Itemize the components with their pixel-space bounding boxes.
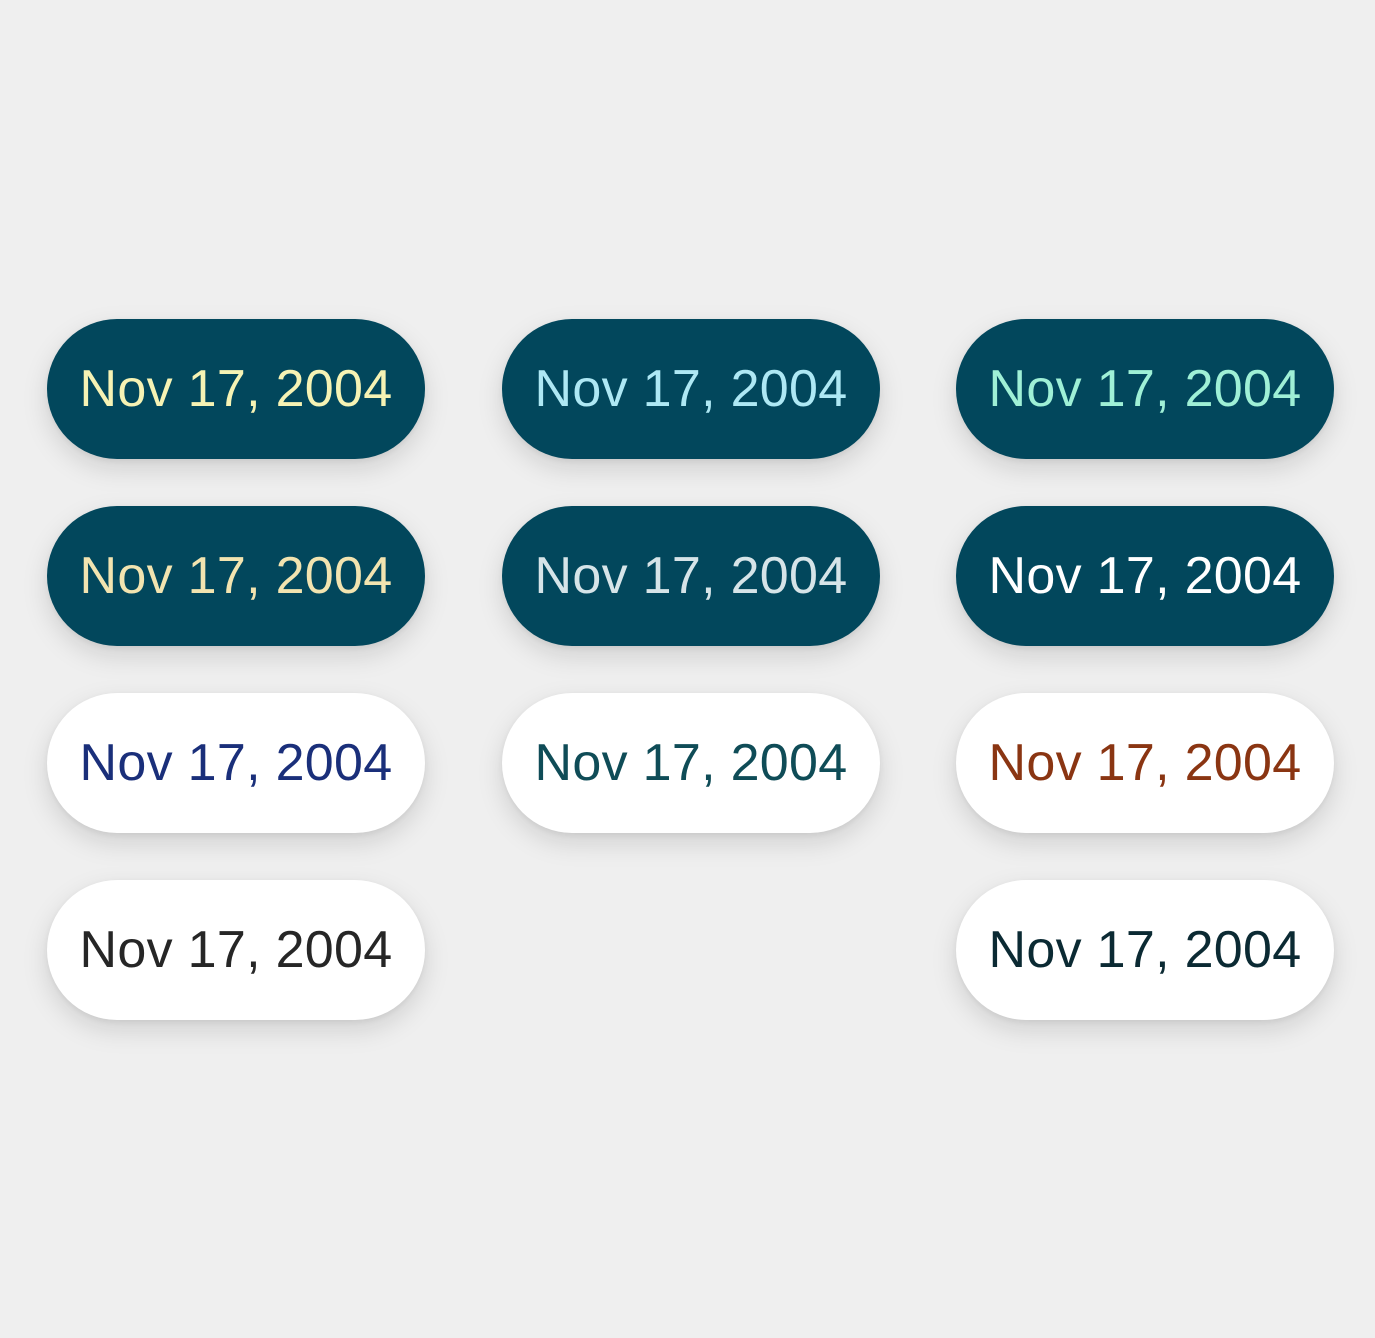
date-chip-dark-mint[interactable]: Nov 17, 2004	[956, 319, 1334, 459]
date-chip-dark-cream[interactable]: Nov 17, 2004	[47, 506, 425, 646]
date-chip-dark-white[interactable]: Nov 17, 2004	[956, 506, 1334, 646]
date-chip-dark-silver[interactable]: Nov 17, 2004	[502, 506, 880, 646]
date-chip-label: Nov 17, 2004	[534, 360, 848, 418]
date-chip-label: Nov 17, 2004	[534, 547, 848, 605]
chip-grid: Nov 17, 2004 Nov 17, 2004 Nov 17, 2004 N…	[0, 0, 1375, 1338]
date-chip-label: Nov 17, 2004	[79, 547, 393, 605]
date-chip-light-ink[interactable]: Nov 17, 2004	[956, 880, 1334, 1020]
date-chip-light-charcoal[interactable]: Nov 17, 2004	[47, 880, 425, 1020]
date-chip-light-teal[interactable]: Nov 17, 2004	[502, 693, 880, 833]
date-chip-label: Nov 17, 2004	[988, 360, 1302, 418]
date-chip-label: Nov 17, 2004	[79, 360, 393, 418]
date-chip-label: Nov 17, 2004	[79, 734, 393, 792]
date-chip-label: Nov 17, 2004	[534, 734, 848, 792]
date-chip-dark-sky[interactable]: Nov 17, 2004	[502, 319, 880, 459]
date-chip-dark-yellow[interactable]: Nov 17, 2004	[47, 319, 425, 459]
date-chip-label: Nov 17, 2004	[988, 921, 1302, 979]
date-chip-light-navy[interactable]: Nov 17, 2004	[47, 693, 425, 833]
date-chip-light-rust[interactable]: Nov 17, 2004	[956, 693, 1334, 833]
date-chip-label: Nov 17, 2004	[988, 547, 1302, 605]
date-chip-label: Nov 17, 2004	[79, 921, 393, 979]
date-chip-label: Nov 17, 2004	[988, 734, 1302, 792]
